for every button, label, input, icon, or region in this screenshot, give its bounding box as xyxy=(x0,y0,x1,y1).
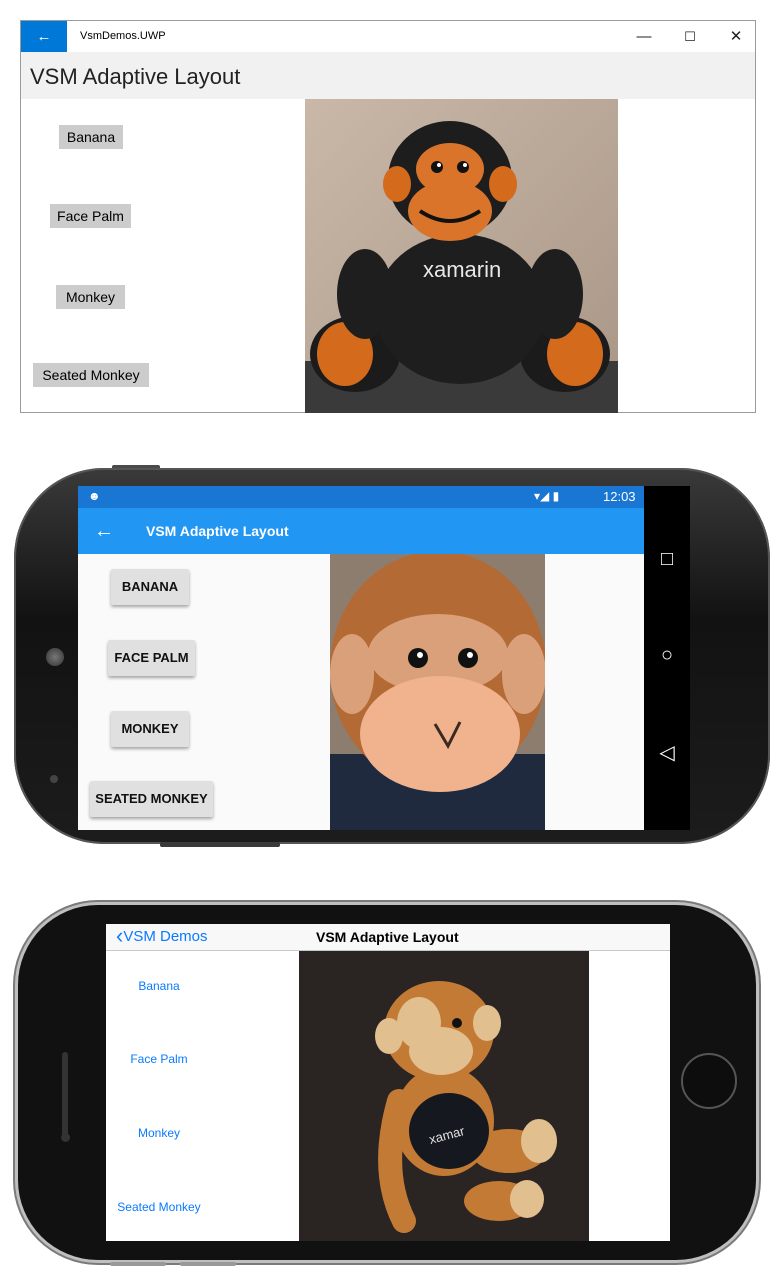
nav-title: VSM Adaptive Layout xyxy=(316,929,459,945)
status-bar: ☻ ▾◢ ▮ 12:03 xyxy=(78,486,644,508)
ios-screen: ‹VSM Demos VSM Adaptive Layout Banana Fa… xyxy=(106,924,670,1241)
seated-monkey-button[interactable]: SEATED MONKEY xyxy=(90,781,213,817)
app-title: VsmDemos.UWP xyxy=(80,30,166,42)
front-camera xyxy=(61,1133,70,1142)
page-title: VSM Adaptive Layout xyxy=(30,64,241,89)
app-bar-title: VSM Adaptive Layout xyxy=(146,523,289,539)
uwp-title-bar: ← VsmDemos.UWP — ☐ ✕ xyxy=(21,21,755,52)
volume-up-button xyxy=(110,1262,166,1266)
back-arrow-icon[interactable]: ← xyxy=(21,21,67,52)
home-button[interactable] xyxy=(681,1053,737,1109)
earpiece-speaker xyxy=(62,1052,68,1138)
monkey-photo: xamarin xyxy=(305,99,618,413)
back-arrow-icon[interactable]: ← xyxy=(94,520,114,543)
navigation-bar: ‹VSM Demos VSM Adaptive Layout xyxy=(106,924,670,951)
power-button xyxy=(176,900,226,904)
signal-battery-icon: ▾◢ ▮ xyxy=(534,489,560,503)
recent-apps-icon[interactable]: □ xyxy=(644,548,690,571)
banana-button[interactable]: Banana xyxy=(59,125,123,149)
face-palm-button[interactable]: Face Palm xyxy=(50,204,131,228)
speaker-grille xyxy=(46,648,64,666)
status-time: 12:03 xyxy=(603,489,636,504)
face-palm-button[interactable]: FACE PALM xyxy=(108,640,195,676)
banana-button[interactable]: Banana xyxy=(137,979,181,993)
minimize-icon[interactable]: — xyxy=(621,21,667,52)
xamarin-logo-text: xamarin xyxy=(423,257,501,282)
seated-monkey-button[interactable]: Seated Monkey xyxy=(114,1200,204,1214)
android-nav-bar: □ ○ ◁ xyxy=(644,486,690,830)
monkey-button[interactable]: Monkey xyxy=(56,285,125,309)
seated-monkey-button[interactable]: Seated Monkey xyxy=(33,363,149,387)
android-notification-icon: ☻ xyxy=(88,489,101,503)
face-palm-button[interactable]: Face Palm xyxy=(130,1052,188,1066)
seated-monkey-photo: xamar xyxy=(299,951,589,1241)
home-icon[interactable]: ○ xyxy=(644,644,690,667)
volume-button xyxy=(160,842,280,847)
app-bar: ← VSM Adaptive Layout xyxy=(78,508,644,554)
close-icon[interactable]: ✕ xyxy=(713,21,759,52)
back-label: VSM Demos xyxy=(123,928,208,945)
back-button[interactable]: ‹VSM Demos xyxy=(116,925,208,947)
page-header: VSM Adaptive Layout xyxy=(21,52,755,99)
banana-button[interactable]: BANANA xyxy=(111,569,189,605)
uwp-window: ← VsmDemos.UWP — ☐ ✕ VSM Adaptive Layout… xyxy=(20,20,756,413)
front-camera xyxy=(50,775,58,783)
monkey-button[interactable]: Monkey xyxy=(136,1126,182,1140)
monkey-button[interactable]: MONKEY xyxy=(111,711,189,747)
monkey-closeup-photo xyxy=(330,554,545,830)
android-screen: ☻ ▾◢ ▮ 12:03 ← VSM Adaptive Layout BANAN… xyxy=(78,486,690,830)
maximize-icon[interactable]: ☐ xyxy=(667,21,713,52)
volume-down-button xyxy=(180,1262,236,1266)
back-triangle-icon[interactable]: ◁ xyxy=(644,740,690,765)
